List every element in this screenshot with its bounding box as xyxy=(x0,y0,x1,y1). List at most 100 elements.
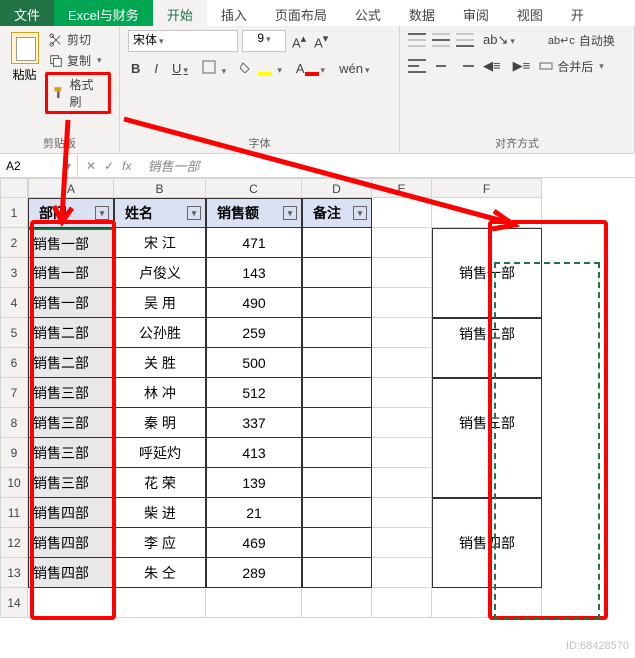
font-name-select[interactable]: 宋体 xyxy=(128,30,238,52)
row-header[interactable]: 4 xyxy=(0,288,28,318)
tab-dev[interactable]: 开 xyxy=(557,0,598,26)
column-header-B[interactable]: B xyxy=(114,178,206,198)
cell-name[interactable]: 公孙胜 xyxy=(114,318,206,348)
align-left-button[interactable] xyxy=(408,59,426,73)
cell-name[interactable]: 林 冲 xyxy=(114,378,206,408)
row-header[interactable]: 9 xyxy=(0,438,28,468)
cell-name[interactable]: 花 荣 xyxy=(114,468,206,498)
cell-dept[interactable]: 销售四部 xyxy=(28,528,114,558)
row-header[interactable]: 13 xyxy=(0,558,28,588)
cell-dept[interactable]: 销售二部 xyxy=(28,348,114,378)
column-header-D[interactable]: D xyxy=(302,178,372,198)
cell-note[interactable] xyxy=(302,348,372,378)
cell-dept[interactable]: 销售三部 xyxy=(28,468,114,498)
decrease-indent-button[interactable]: ◀≡ xyxy=(480,56,504,76)
row-header[interactable]: 14 xyxy=(0,588,28,618)
tab-formula[interactable]: 公式 xyxy=(341,0,395,26)
format-painter-button[interactable]: 格式刷 xyxy=(45,72,111,114)
cell-merged-dept[interactable] xyxy=(432,558,542,588)
name-box[interactable]: A2▾ xyxy=(0,154,78,177)
copy-button[interactable]: 复制 xyxy=(45,51,111,70)
cell[interactable] xyxy=(372,318,432,348)
cell[interactable] xyxy=(302,588,372,618)
cell-sales[interactable]: 471 xyxy=(206,228,302,258)
cell-note[interactable] xyxy=(302,288,372,318)
cell-dept[interactable]: 销售三部 xyxy=(28,438,114,468)
cell[interactable] xyxy=(372,378,432,408)
cell[interactable] xyxy=(372,588,432,618)
row-header[interactable]: 2 xyxy=(0,228,28,258)
increase-indent-button[interactable]: ▶≡ xyxy=(510,56,534,76)
row-header[interactable]: 3 xyxy=(0,258,28,288)
row-header[interactable]: 11 xyxy=(0,498,28,528)
cell-merged-dept[interactable] xyxy=(432,288,542,318)
cell[interactable] xyxy=(372,228,432,258)
cell[interactable] xyxy=(372,558,432,588)
cell[interactable] xyxy=(372,498,432,528)
merge-center-button[interactable]: 合并后 xyxy=(539,58,604,75)
cell[interactable] xyxy=(372,438,432,468)
cell[interactable] xyxy=(432,198,542,228)
cell-note[interactable] xyxy=(302,558,372,588)
formula-input[interactable]: 销售一部 xyxy=(139,156,635,175)
cell[interactable] xyxy=(372,348,432,378)
cell-dept[interactable]: 销售三部 xyxy=(28,378,114,408)
cell-dept[interactable]: 销售一部 xyxy=(28,288,114,318)
cell-name[interactable]: 吴 用 xyxy=(114,288,206,318)
cell-sales[interactable]: 512 xyxy=(206,378,302,408)
italic-button[interactable]: I xyxy=(151,59,161,78)
cell-note[interactable] xyxy=(302,438,372,468)
tab-page-layout[interactable]: 页面布局 xyxy=(261,0,341,26)
cell-merged-dept[interactable] xyxy=(432,498,542,528)
row-header[interactable]: 12 xyxy=(0,528,28,558)
row-header[interactable]: 1 xyxy=(0,198,28,228)
header-note[interactable]: 备注▾ xyxy=(302,198,372,228)
align-right-button[interactable] xyxy=(456,59,474,73)
column-header-C[interactable]: C xyxy=(206,178,302,198)
select-all-corner[interactable] xyxy=(0,178,28,198)
cell-name[interactable]: 宋 江 xyxy=(114,228,206,258)
cell-sales[interactable]: 337 xyxy=(206,408,302,438)
confirm-formula-button[interactable]: ✓ xyxy=(104,159,114,173)
phonetic-button[interactable]: wén xyxy=(336,59,372,78)
orientation-button[interactable]: ab↘ xyxy=(480,30,518,50)
tab-review[interactable]: 审阅 xyxy=(449,0,503,26)
cell-name[interactable]: 关 胜 xyxy=(114,348,206,378)
cell-name[interactable]: 秦 明 xyxy=(114,408,206,438)
align-middle-button[interactable] xyxy=(432,33,450,47)
cancel-formula-button[interactable]: ✕ xyxy=(86,159,96,173)
cell-sales[interactable]: 139 xyxy=(206,468,302,498)
bold-button[interactable]: B xyxy=(128,59,143,78)
cell-merged-dept[interactable] xyxy=(432,228,542,258)
cell-note[interactable] xyxy=(302,408,372,438)
cell-sales[interactable]: 413 xyxy=(206,438,302,468)
cell-name[interactable]: 李 应 xyxy=(114,528,206,558)
cell-merged-dept[interactable] xyxy=(432,468,542,498)
cell-dept[interactable]: 销售一部 xyxy=(28,258,114,288)
tab-home[interactable]: 开始 xyxy=(153,0,207,26)
cell-sales[interactable]: 469 xyxy=(206,528,302,558)
cell-name[interactable]: 呼延灼 xyxy=(114,438,206,468)
align-top-button[interactable] xyxy=(408,33,426,47)
cell-dept[interactable]: 销售三部 xyxy=(28,408,114,438)
cell[interactable] xyxy=(372,408,432,438)
header-name[interactable]: 姓名▾ xyxy=(114,198,206,228)
cell-note[interactable] xyxy=(302,468,372,498)
cell-merged-dept[interactable] xyxy=(432,438,542,468)
cell[interactable] xyxy=(372,198,432,228)
align-bottom-button[interactable] xyxy=(456,33,474,47)
cell-name[interactable]: 朱 仝 xyxy=(114,558,206,588)
font-color-button[interactable]: A xyxy=(293,59,328,78)
tab-excel-finance[interactable]: Excel与财务 xyxy=(54,0,153,26)
cell-sales[interactable]: 500 xyxy=(206,348,302,378)
header-dept[interactable]: 部门▾ xyxy=(28,198,114,228)
filter-button[interactable]: ▾ xyxy=(283,206,297,220)
cell-note[interactable] xyxy=(302,228,372,258)
tab-file[interactable]: 文件 xyxy=(0,0,54,26)
cell-note[interactable] xyxy=(302,498,372,528)
align-center-button[interactable] xyxy=(432,59,450,73)
header-sales[interactable]: 销售额▾ xyxy=(206,198,302,228)
row-header[interactable]: 6 xyxy=(0,348,28,378)
cell-sales[interactable]: 289 xyxy=(206,558,302,588)
cell[interactable] xyxy=(114,588,206,618)
